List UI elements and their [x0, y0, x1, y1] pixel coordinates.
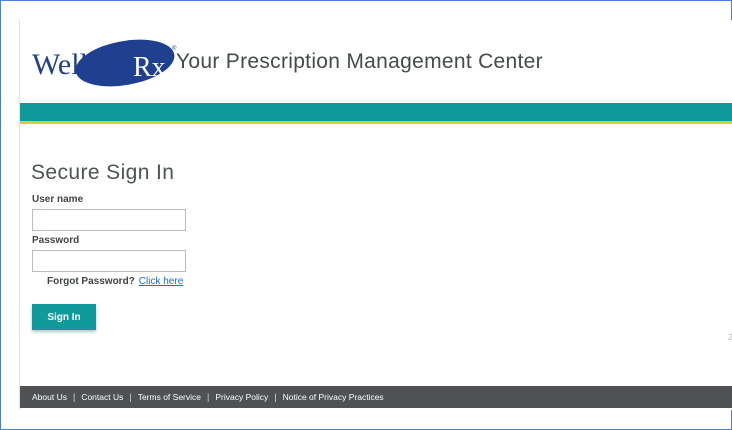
page-container: WellDyne Rx ® Your Prescription Manageme…	[19, 20, 732, 410]
footer-link-terms-of-service[interactable]: Terms of Service	[138, 392, 201, 402]
footer-separator: |	[207, 392, 210, 402]
header-tagline: Your Prescription Management Center	[176, 50, 543, 73]
footer-separator: |	[72, 392, 76, 402]
forgot-password-text: Forgot Password?	[47, 276, 135, 287]
footer-link-privacy-policy[interactable]: Privacy Policy	[215, 392, 268, 402]
logo-text-rx: Rx	[133, 52, 166, 83]
footer-link-contact-us[interactable]: Contact Us	[81, 392, 123, 402]
password-label: Password	[32, 235, 80, 246]
stray-character: 2	[728, 332, 732, 342]
footer-nav: About Us | Contact Us | Terms of Service…	[20, 386, 732, 408]
header: WellDyne Rx ® Your Prescription Manageme…	[20, 20, 732, 124]
welldynerx-logo[interactable]: WellDyne Rx ®	[29, 34, 179, 92]
forgot-password-link[interactable]: Click here	[139, 276, 183, 287]
footer-separator: |	[274, 392, 277, 402]
header-teal-bar	[20, 103, 732, 121]
header-accent-line	[20, 121, 732, 124]
forgot-password-row: Forgot Password? Click here	[47, 276, 183, 287]
sign-in-button[interactable]: Sign In	[32, 304, 96, 330]
username-label: User name	[32, 194, 84, 205]
footer-link-about-us[interactable]: About Us	[32, 392, 67, 402]
page-title: Secure Sign In	[31, 161, 175, 184]
password-input[interactable]	[32, 250, 186, 272]
footer-separator: |	[129, 392, 132, 402]
footer-link-notice-of-privacy-practices[interactable]: Notice of Privacy Practices	[283, 392, 384, 402]
logo-graphic: WellDyne Rx ®	[32, 39, 177, 87]
username-input[interactable]	[32, 209, 186, 231]
